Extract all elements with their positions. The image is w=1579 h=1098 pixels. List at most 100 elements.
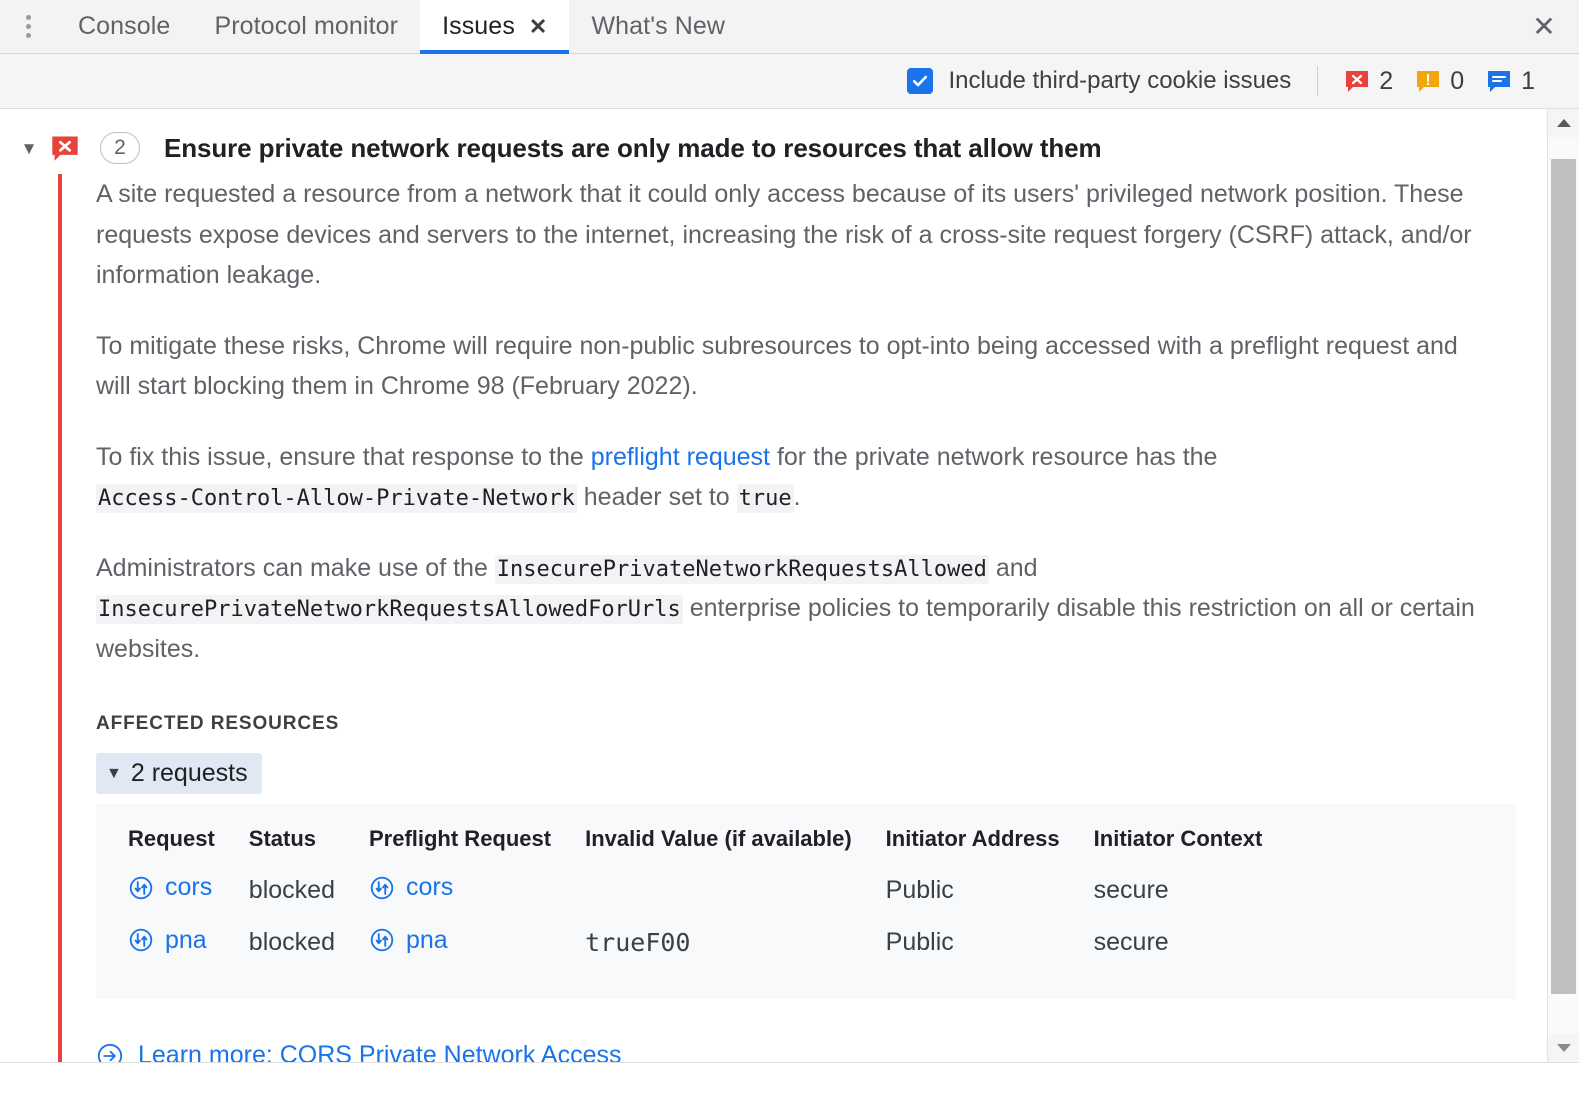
third-party-cookie-filter[interactable]: Include third-party cookie issues — [907, 67, 1291, 95]
page-title: Ensure private network requests are only… — [164, 133, 1102, 164]
affected-resources-table-container: Request Status Preflight Request Invalid… — [96, 804, 1516, 999]
p3-text-d: . — [794, 483, 801, 511]
issue-counts: 2 0 1 — [1344, 67, 1535, 96]
p3-text-a: To fix this issue, ensure that response … — [96, 443, 591, 471]
issue-paragraph-3: To fix this issue, ensure that response … — [96, 437, 1488, 518]
cell-status: blocked — [249, 917, 369, 970]
tab-console-label: Console — [78, 12, 170, 41]
scroll-up-button[interactable] — [1548, 109, 1579, 137]
header-name-code: Access-Control-Allow-Private-Network — [96, 484, 577, 513]
request-link[interactable]: cors — [128, 873, 212, 902]
warning-count[interactable]: 0 — [1415, 67, 1464, 96]
cell-initiator-context: secure — [1094, 864, 1297, 917]
network-request-icon — [369, 875, 395, 901]
scrollbar-track[interactable] — [1548, 137, 1579, 1034]
scrollbar-thumb[interactable] — [1551, 159, 1576, 993]
policy-code-1: InsecurePrivateNetworkRequestsAllowed — [495, 555, 989, 584]
error-count[interactable]: 2 — [1344, 67, 1393, 96]
tab-protocol-monitor-label: Protocol monitor — [214, 12, 398, 41]
issue-paragraph-2: To mitigate these risks, Chrome will req… — [96, 326, 1488, 407]
third-party-cookie-filter-label: Include third-party cookie issues — [948, 67, 1291, 95]
tab-whats-new[interactable]: What's New — [569, 0, 747, 53]
warning-count-value: 0 — [1450, 67, 1464, 96]
chevron-down-icon: ▼ — [106, 766, 122, 782]
cell-request: pna — [96, 917, 249, 970]
issues-toolbar: Include third-party cookie issues 2 0 — [0, 54, 1579, 109]
close-drawer-glyph: ✕ — [1532, 10, 1555, 43]
cell-initiator-context: secure — [1094, 917, 1297, 970]
tab-protocol-monitor[interactable]: Protocol monitor — [192, 0, 420, 53]
kebab-menu-icon[interactable] — [0, 0, 56, 53]
preflight-request-link[interactable]: preflight request — [591, 443, 770, 471]
cell-request: cors — [96, 864, 249, 917]
tab-issues[interactable]: Issues ✕ — [420, 0, 569, 53]
close-icon[interactable]: ✕ — [529, 16, 548, 38]
issue-header-row[interactable]: ▼ 2 Ensure private network requests are … — [0, 114, 1547, 174]
drawer-tabbar: Console Protocol monitor Issues ✕ What's… — [0, 0, 1579, 54]
error-count-value: 2 — [1379, 67, 1393, 96]
scroll-down-button[interactable] — [1548, 1034, 1579, 1062]
requests-toggle[interactable]: ▼ 2 requests — [96, 753, 262, 794]
network-request-icon — [128, 875, 154, 901]
cell-status: blocked — [249, 864, 369, 917]
info-badge-icon — [1486, 68, 1512, 94]
info-count[interactable]: 1 — [1486, 67, 1535, 96]
drawer-bottom-strip — [0, 1062, 1579, 1098]
vertical-scrollbar[interactable] — [1547, 109, 1579, 1062]
column-header-preflight-request: Preflight Request — [369, 818, 585, 864]
affected-resources-label: AFFECTED RESOURCES — [96, 713, 1488, 735]
table-row: cors blocked — [96, 864, 1296, 917]
tab-issues-label: Issues — [442, 12, 515, 41]
cell-initiator-address: Public — [886, 864, 1094, 917]
preflight-link[interactable]: cors — [369, 873, 453, 902]
policy-code-2: InsecurePrivateNetworkRequestsAllowedFor… — [96, 595, 683, 624]
network-request-icon — [128, 927, 154, 953]
issues-list: ▼ 2 Ensure private network requests are … — [0, 109, 1547, 1062]
p3-text-c: header set to — [577, 483, 737, 511]
table-row: pna blocked — [96, 917, 1296, 970]
cell-preflight: pna — [369, 917, 585, 970]
table-header-row: Request Status Preflight Request Invalid… — [96, 818, 1296, 864]
cell-preflight: cors — [369, 864, 585, 917]
tab-console[interactable]: Console — [56, 0, 192, 53]
cell-invalid-value: trueF00 — [585, 917, 886, 970]
info-count-value: 1 — [1521, 67, 1535, 96]
issue-count-badge: 2 — [100, 132, 140, 164]
preflight-name: pna — [406, 926, 448, 955]
request-link[interactable]: pna — [128, 926, 207, 955]
cell-invalid-value — [585, 864, 886, 917]
chevron-down-icon — [1557, 1044, 1571, 1052]
requests-toggle-label: 2 requests — [131, 759, 248, 788]
column-header-request: Request — [96, 818, 249, 864]
request-name: cors — [165, 873, 212, 902]
column-header-initiator-context: Initiator Context — [1094, 818, 1297, 864]
error-badge-icon — [50, 133, 80, 163]
chevron-down-icon[interactable]: ▼ — [14, 140, 44, 157]
issue-paragraph-1: A site requested a resource from a netwo… — [96, 174, 1488, 296]
error-badge-icon — [1344, 68, 1370, 94]
close-icon[interactable]: ✕ — [1509, 0, 1579, 53]
kebab-dots — [26, 15, 31, 38]
cell-initiator-address: Public — [886, 917, 1094, 970]
checkbox-checked-icon[interactable] — [907, 68, 933, 94]
devtools-drawer: Console Protocol monitor Issues ✕ What's… — [0, 0, 1579, 1098]
issue-details: A site requested a resource from a netwo… — [58, 174, 1518, 1062]
issue-paragraph-4: Administrators can make use of the Insec… — [96, 548, 1488, 670]
issues-content-area: ▼ 2 Ensure private network requests are … — [0, 109, 1579, 1062]
arrow-right-circle-icon — [96, 1042, 124, 1063]
column-header-status: Status — [249, 818, 369, 864]
toolbar-divider — [1317, 66, 1318, 96]
chevron-up-icon — [1557, 119, 1571, 127]
p3-text-b: for the private network resource has the — [770, 443, 1217, 471]
request-name: pna — [165, 926, 207, 955]
network-request-icon — [369, 927, 395, 953]
learn-more-link[interactable]: Learn more: CORS Private Network Access — [96, 1041, 1488, 1062]
preflight-link[interactable]: pna — [369, 926, 448, 955]
learn-more-label: Learn more: CORS Private Network Access — [138, 1041, 622, 1062]
tab-list: Console Protocol monitor Issues ✕ What's… — [56, 0, 1509, 53]
column-header-invalid-value: Invalid Value (if available) — [585, 818, 886, 864]
preflight-name: cors — [406, 873, 453, 902]
header-value-code: true — [737, 484, 794, 513]
column-header-initiator-address: Initiator Address — [886, 818, 1094, 864]
affected-resources-table: Request Status Preflight Request Invalid… — [96, 818, 1296, 969]
